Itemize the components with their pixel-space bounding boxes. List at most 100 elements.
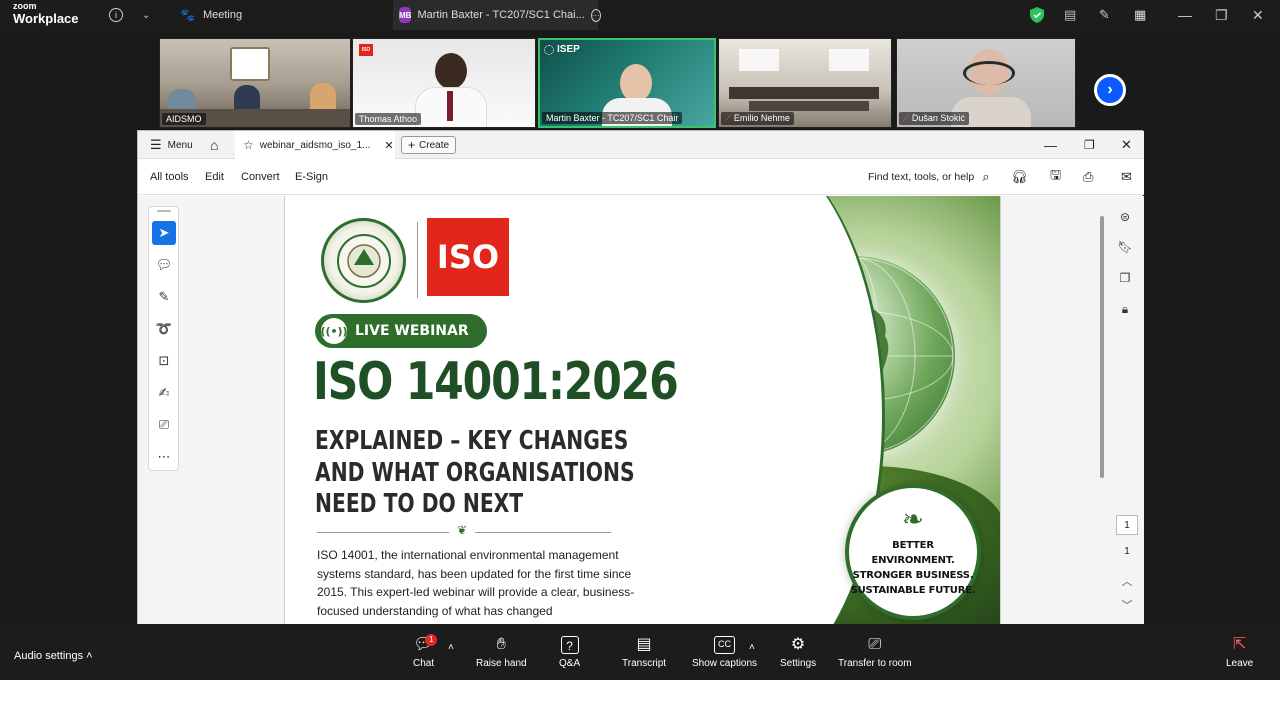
search-icon: ⌕ (982, 169, 990, 184)
notes-icon[interactable]: ▤ (1064, 0, 1076, 30)
chevron-down-icon[interactable]: ⌄ (142, 0, 150, 30)
restore-icon[interactable]: ❐ (1084, 131, 1095, 159)
settings-button[interactable]: ⚙ Settings (780, 636, 816, 669)
esign-menu[interactable]: E-Sign (295, 159, 328, 195)
convert-menu[interactable]: Convert (241, 159, 280, 195)
highlight-tool-icon[interactable]: ✎ (152, 285, 176, 309)
shield-icon[interactable] (1030, 0, 1044, 30)
home-icon[interactable]: ⌂ (210, 131, 218, 159)
page-number-input[interactable]: 1 (1116, 515, 1138, 535)
menu-label: Menu (167, 139, 193, 151)
search-field[interactable]: Find text, tools, or help ⌕ (868, 159, 990, 195)
chat-options-chevron[interactable]: ˄ (448, 642, 454, 653)
leave-label: Leave (1226, 658, 1254, 669)
restore-button[interactable]: ❐ (1215, 0, 1228, 30)
close-tab-icon[interactable]: ✕ (384, 139, 393, 152)
leave-button[interactable]: ⇱ Leave (1226, 636, 1253, 669)
drag-handle[interactable] (157, 210, 171, 212)
ai-assistant-icon[interactable]: ⊜ (1114, 206, 1136, 228)
video-tile-active[interactable]: ISEP Martin Baxter - TC207/SC1 Chair (538, 38, 716, 128)
chat-unread-badge: 1 (425, 634, 438, 646)
document-tab[interactable]: ☆ webinar_aidsmo_iso_1... ✕ (235, 131, 395, 159)
minimize-icon[interactable]: — (1044, 131, 1057, 159)
mic-muted-icon: ⟋ (725, 113, 732, 123)
qa-button[interactable]: ? Q&A (559, 636, 580, 669)
audio-settings-button[interactable]: Audio settings ˄ (14, 650, 93, 662)
acrobat-window: ☰ Menu ⌂ ☆ webinar_aidsmo_iso_1... ✕ + C… (137, 130, 1144, 625)
chevron-right-icon: › (1107, 81, 1113, 98)
speaker-title: Martin Baxter - TC207/SC1 Chai... (417, 9, 585, 21)
protect-icon[interactable]: 🔒︎ (1114, 298, 1136, 320)
iso-mini-logo: ISO (359, 44, 373, 56)
audio-settings-label: Audio settings (14, 650, 84, 662)
search-placeholder: Find text, tools, or help (868, 171, 975, 183)
more-options-icon[interactable]: ··· (590, 8, 601, 22)
transcript-label: Transcript (622, 658, 667, 669)
video-tile[interactable]: ISO Thomas Athoo (352, 38, 536, 128)
participant-name: Thomas Athoo (355, 113, 422, 125)
close-icon[interactable]: ✕ (1121, 131, 1132, 159)
print-icon[interactable]: ⎙ (1083, 159, 1093, 195)
create-button[interactable]: + Create (401, 136, 457, 154)
show-captions-button[interactable]: CC Show captions (692, 636, 757, 669)
copy-pages-icon[interactable]: ❐ (1114, 267, 1136, 289)
meeting-tab[interactable]: 🐾 Meeting (180, 0, 242, 30)
bookmark-icon[interactable]: 🔖︎ (1114, 236, 1136, 258)
transfer-label: Transfer to room (838, 658, 912, 669)
snapshot-tool-icon[interactable]: ⎚ (152, 413, 176, 437)
webinar-description: ISO 14001, the international environment… (317, 548, 635, 619)
pdf-page: ISO ((•)) LIVE WEBINAR ISO 14001:2026 EX… (284, 196, 1001, 625)
hamburger-icon: ☰ (150, 137, 162, 152)
pen-icon[interactable]: ✎ (1099, 0, 1110, 30)
webinar-headline: ISO 14001:2026 (313, 352, 679, 412)
gear-icon: ⚙ (790, 636, 806, 653)
more-tools-icon[interactable]: ⋯ (152, 445, 176, 469)
video-tile[interactable]: ⟋ Dušan Stokić (896, 38, 1076, 128)
page-total: 1 (1124, 546, 1130, 557)
view-grid-icon[interactable]: ▦ (1134, 0, 1146, 30)
bottom-margin (0, 680, 1280, 720)
info-icon[interactable]: i (109, 0, 123, 30)
video-tile[interactable]: AIDSMO (159, 38, 351, 128)
captions-label: Show captions (692, 658, 758, 669)
chat-button[interactable]: 💬︎ 1 Chat (413, 634, 438, 669)
close-button[interactable]: ✕ (1252, 0, 1264, 30)
edit-menu[interactable]: Edit (205, 159, 224, 195)
all-tools-menu[interactable]: All tools (150, 159, 189, 195)
video-tile[interactable]: ⟋ Emilio Nehme (718, 38, 892, 128)
transcript-button[interactable]: ▤ Transcript (622, 636, 666, 669)
chat-icon: 💬︎ 1 (413, 634, 438, 654)
select-tool-icon[interactable]: ➤ (152, 221, 176, 245)
text-box-tool-icon[interactable]: ⊡ (152, 349, 176, 373)
chevron-up-icon[interactable]: ︿ (1116, 573, 1138, 589)
headphones-icon[interactable]: 🎧︎ (1011, 159, 1028, 195)
leave-icon: ⇱ (1232, 636, 1247, 653)
star-icon[interactable]: ☆ (243, 138, 254, 152)
slogan-line: SUSTAINABLE FUTURE. (850, 585, 976, 596)
logo-line2: Workplace (13, 11, 79, 26)
transfer-to-room-button[interactable]: ⎚ Transfer to room (838, 636, 912, 669)
transcript-icon: ▤ (636, 636, 652, 653)
save-icon[interactable]: 🖫 (1050, 159, 1061, 195)
minimize-button[interactable]: — (1178, 0, 1192, 30)
comment-tool-icon[interactable]: 💬︎ (152, 253, 176, 277)
chevron-down-icon[interactable]: ﹀ (1116, 597, 1138, 613)
participant-name-wrap: ⟋ Dušan Stokić (899, 112, 969, 125)
participant-name: Martin Baxter - TC207/SC1 Chair (542, 112, 683, 124)
sign-tool-icon[interactable]: ✍ (152, 381, 176, 405)
active-speaker-tab[interactable]: MB Martin Baxter - TC207/SC1 Chai... ··· (393, 0, 601, 30)
gallery-next-button[interactable]: › (1094, 74, 1126, 106)
zoom-meeting-window: zoom Workplace i ⌄ 🐾 Meeting MB Martin B… (0, 0, 1280, 720)
participant-name: AIDSMO (162, 113, 206, 125)
raise-hand-button[interactable]: ✋︎ Raise hand (476, 636, 527, 669)
menu-button[interactable]: ☰ Menu (150, 131, 193, 159)
captions-icon: CC (714, 636, 736, 654)
zoom-title-bar: zoom Workplace i ⌄ 🐾 Meeting MB Martin B… (0, 0, 1280, 30)
slogan-line: STRONGER BUSINESS. (852, 570, 974, 581)
draw-tool-icon[interactable]: ➰ (152, 317, 176, 341)
hand-icon: ✋︎ (496, 636, 506, 653)
mail-icon[interactable]: ✉ (1121, 159, 1132, 195)
captions-options-chevron[interactable]: ˄ (749, 642, 755, 653)
document-tab-title: webinar_aidsmo_iso_1... (259, 139, 371, 151)
cast-icon: ⎚ (868, 636, 882, 653)
